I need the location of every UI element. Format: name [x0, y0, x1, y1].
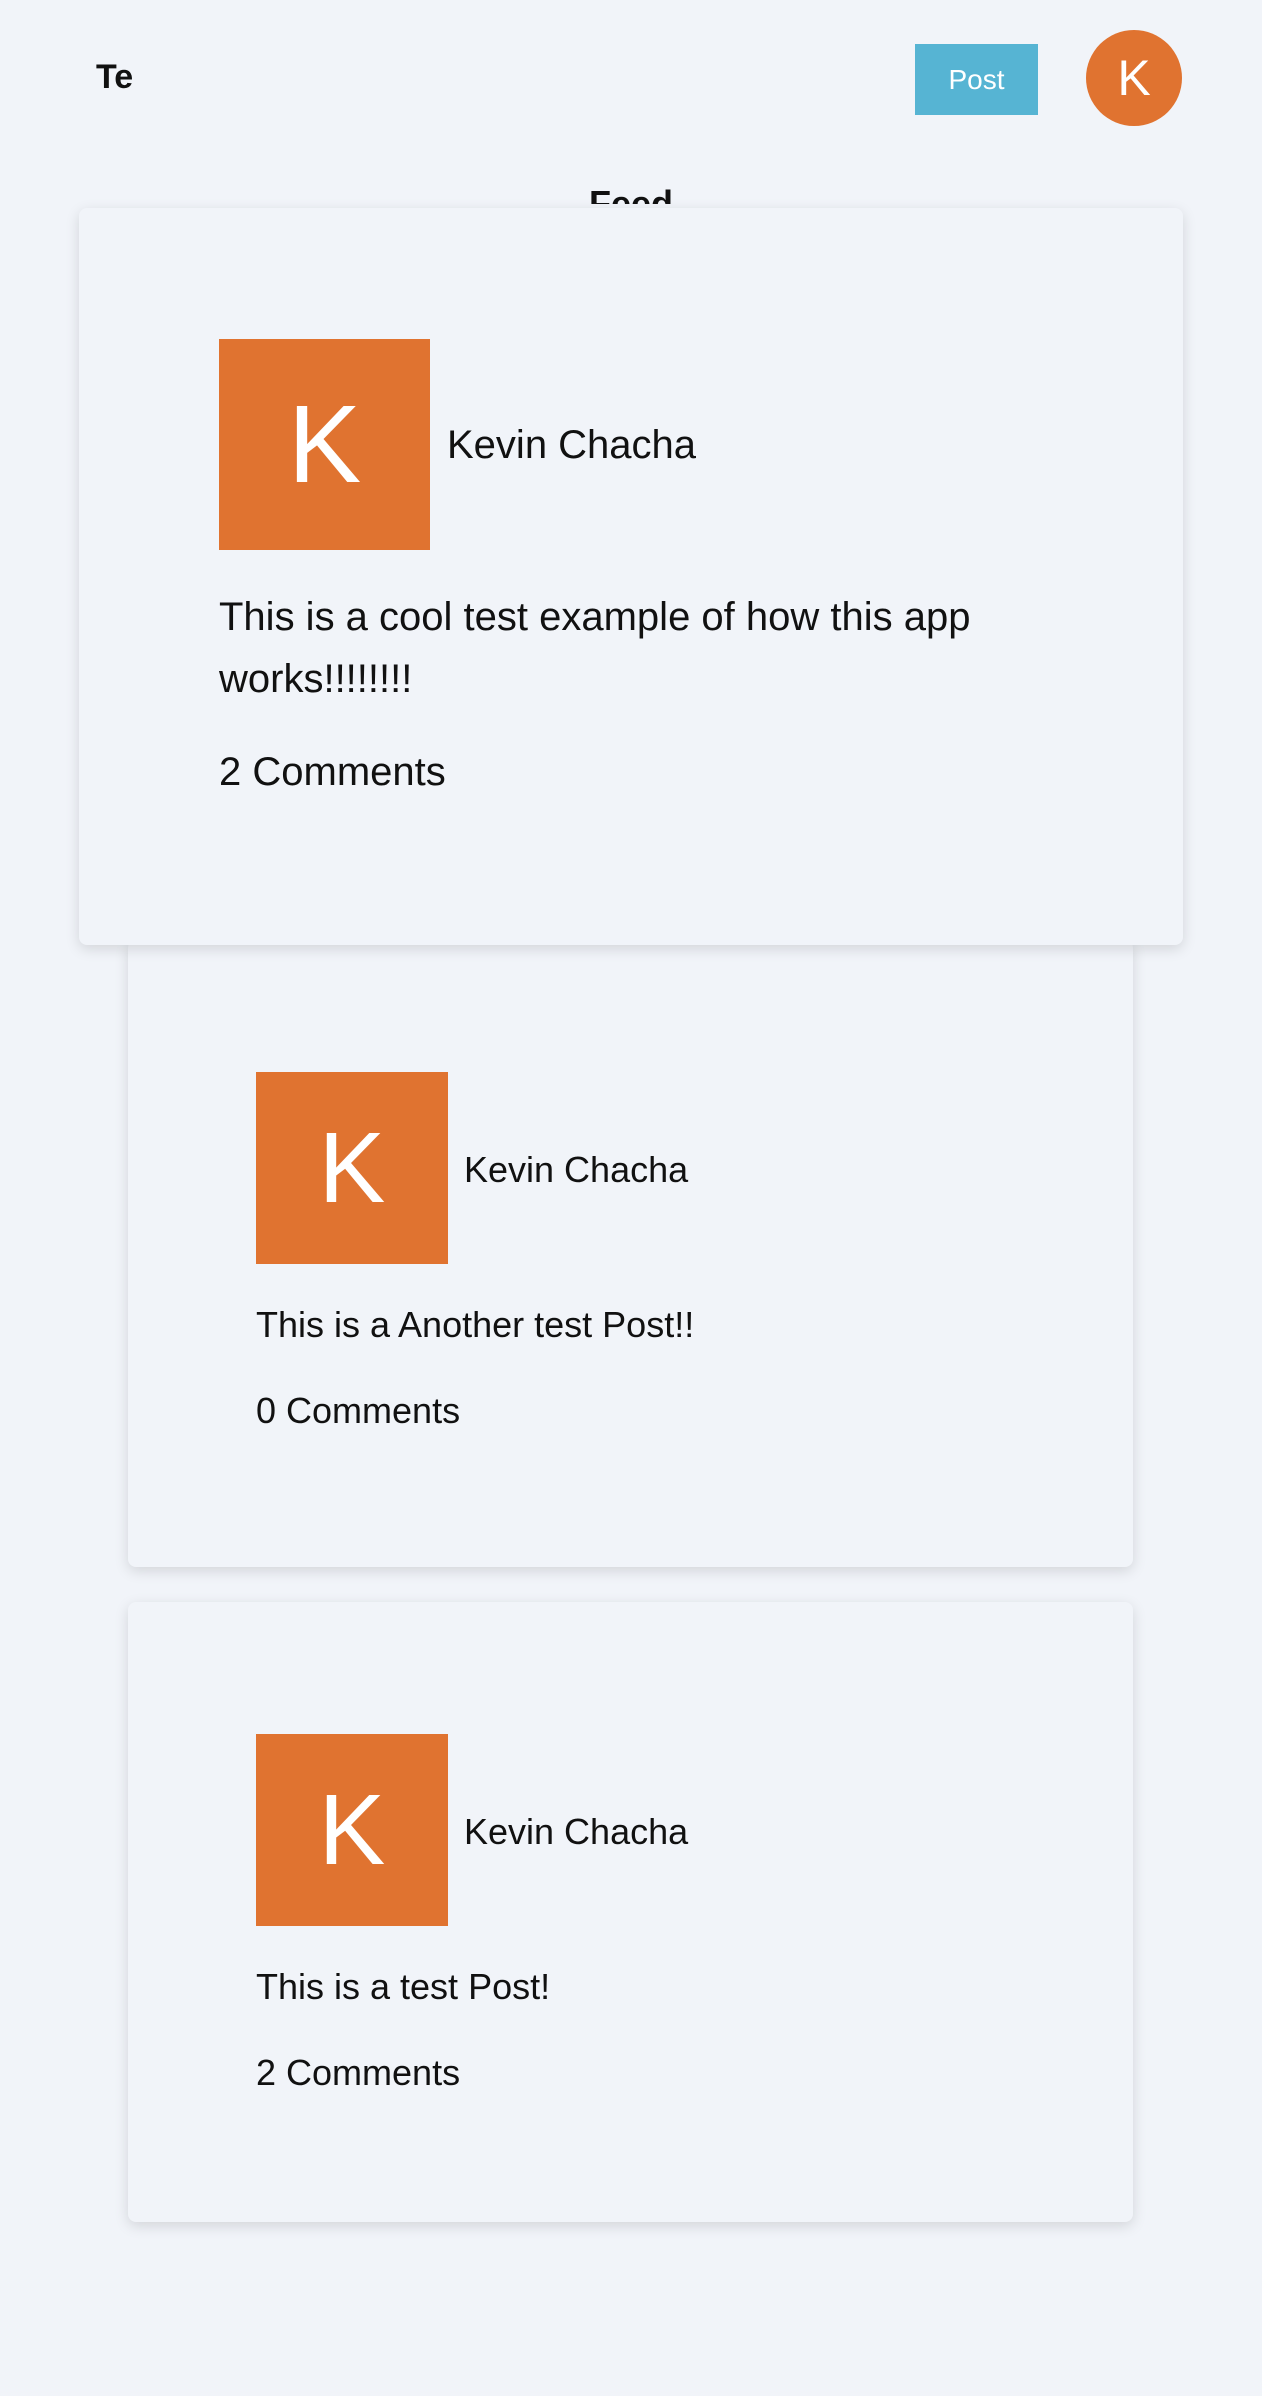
post-card[interactable]: K Kevin Chacha This is a cool test examp… — [79, 208, 1183, 945]
top-bar: Te Post K — [0, 0, 1262, 160]
user-avatar[interactable]: K — [1086, 30, 1182, 126]
comments-count-link[interactable]: 0 Comments — [256, 1390, 460, 1432]
author-avatar: K — [256, 1072, 448, 1264]
post-text: This is a cool test example of how this … — [219, 595, 971, 701]
author-name: Kevin Chacha — [464, 1149, 689, 1190]
author-name: Kevin Chacha — [447, 423, 697, 467]
comments-count-link[interactable]: 2 Comments — [256, 2052, 460, 2094]
author-avatar: K — [219, 339, 430, 550]
brand-title[interactable]: Te — [96, 58, 133, 97]
author-avatar: K — [256, 1734, 448, 1926]
comments-count-link[interactable]: 2 Comments — [219, 750, 446, 795]
post-text: This is a test Post! — [256, 1966, 551, 2007]
post-text: This is a Another test Post!! — [256, 1304, 695, 1345]
post-card[interactable]: K Kevin Chacha This is a Another test Po… — [128, 940, 1133, 1567]
feed-heading: Feed — [589, 183, 674, 204]
post-button[interactable]: Post — [915, 44, 1038, 115]
author-name: Kevin Chacha — [464, 1811, 689, 1852]
post-card[interactable]: K Kevin Chacha This is a test Post! 2 Co… — [128, 1602, 1133, 2222]
